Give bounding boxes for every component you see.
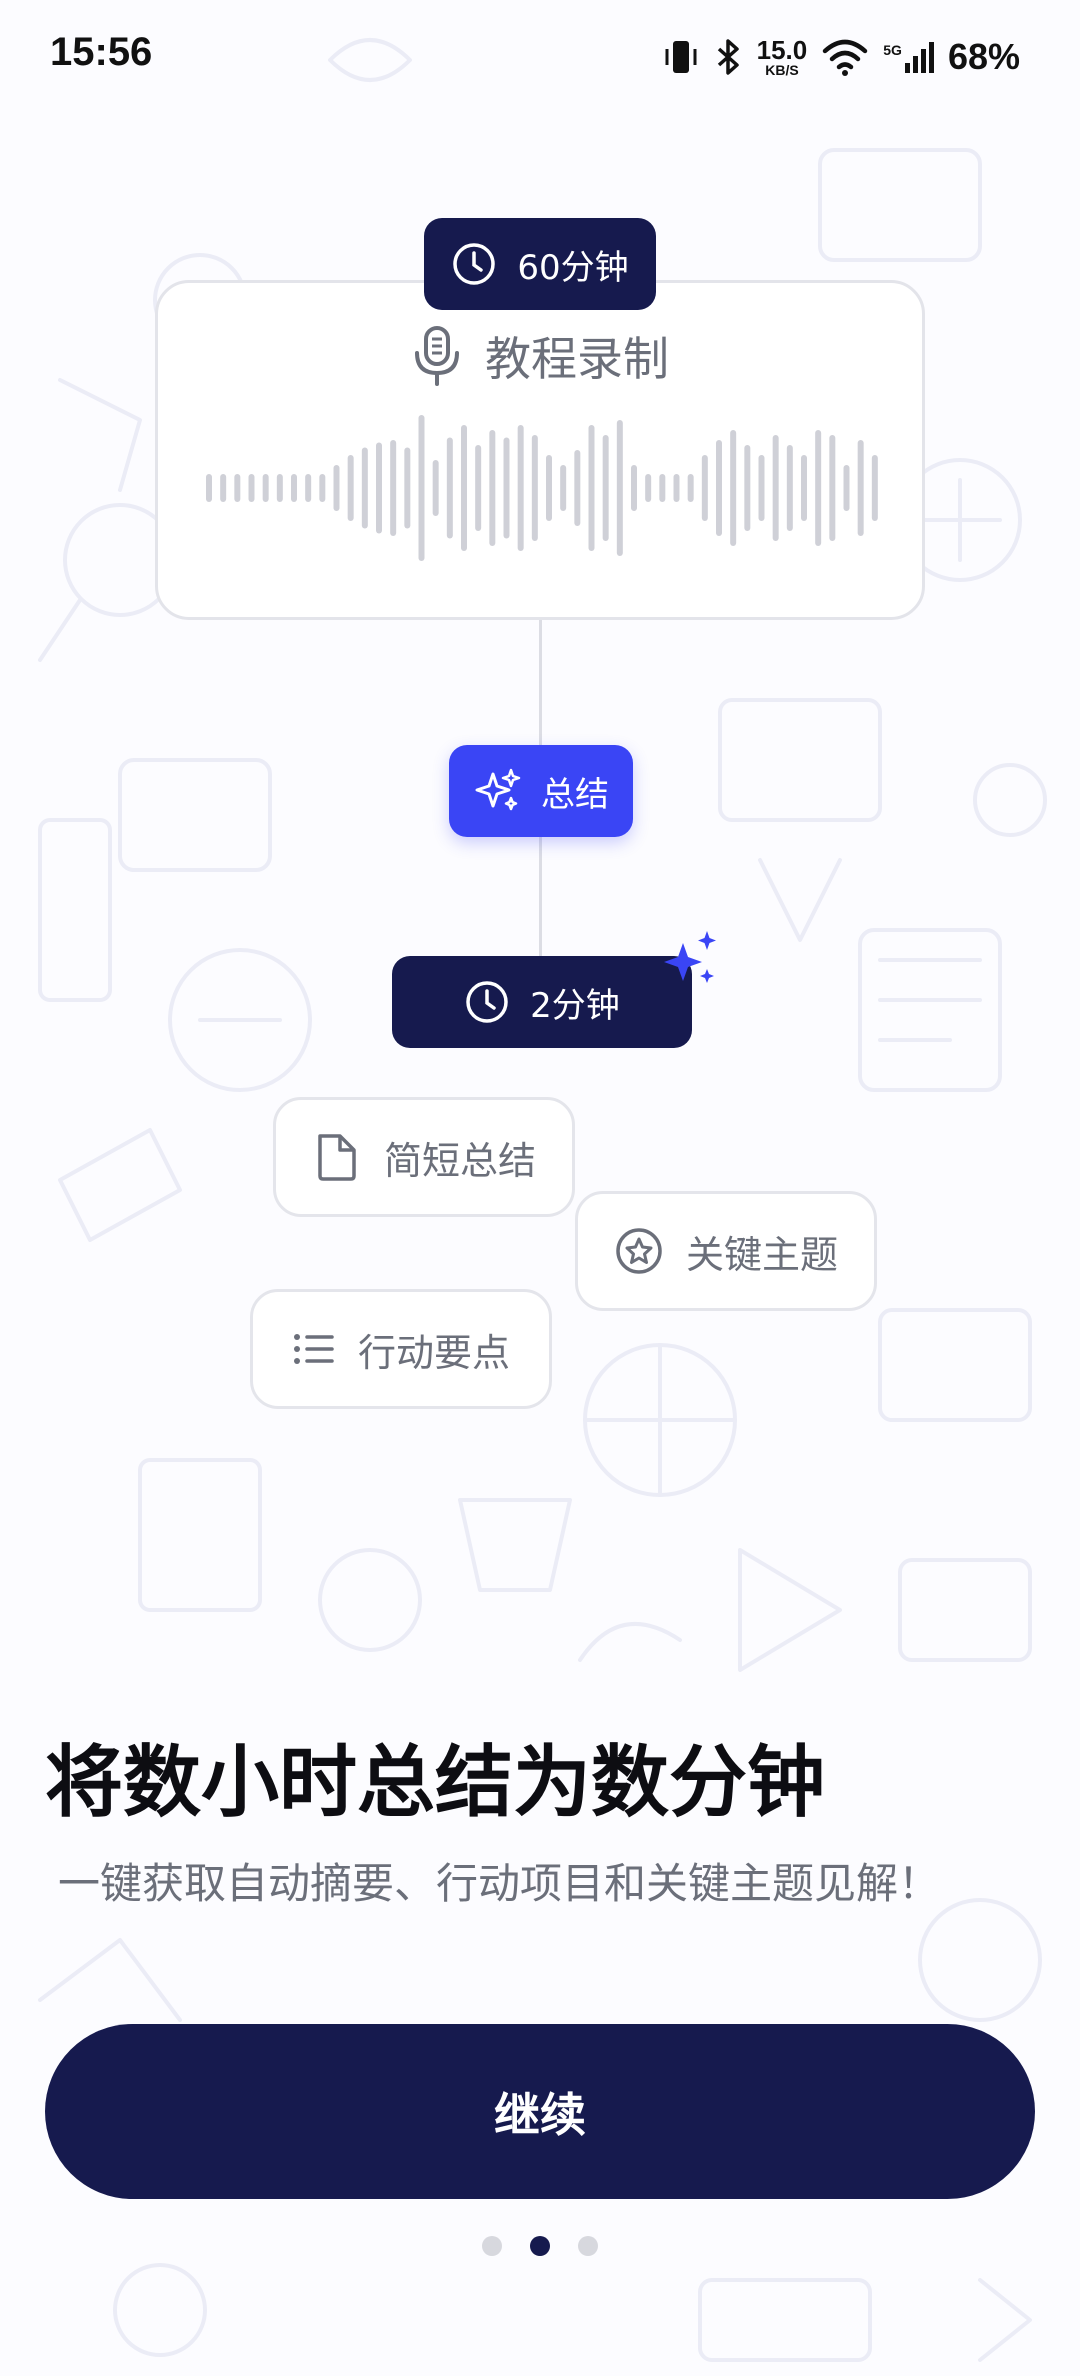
output-chip-label: 简短总结 — [383, 1138, 536, 1183]
pager-dot — [530, 2236, 550, 2256]
bluetooth-icon — [717, 39, 739, 75]
output-chip-label: 关键主题 — [685, 1232, 838, 1277]
source-duration-label: 60分钟 — [517, 247, 629, 288]
summary-step-pill: 总结 — [449, 745, 633, 837]
vibrate-icon — [665, 41, 697, 73]
source-duration-pill: 60分钟 — [424, 218, 656, 310]
recording-title: 教程录制 — [485, 332, 669, 386]
recording-card: 教程录制 — [155, 280, 925, 620]
recording-title-row: 教程录制 — [158, 323, 922, 389]
flow-connector-top — [539, 620, 542, 745]
summary-step-label: 总结 — [541, 774, 609, 815]
cellular-signal-icon: 5G — [883, 41, 934, 73]
list-icon — [293, 1334, 334, 1364]
sparkle-accent-icon — [664, 931, 716, 983]
star-badge-icon — [616, 1228, 662, 1274]
network-speed-unit: KB/S — [765, 62, 799, 78]
pager-dot — [578, 2236, 598, 2256]
page-subheadline: 一键获取自动摘要、行动项目和关键主题见解！ — [58, 1859, 941, 1908]
status-bar: 15:56 15.0 KB/S 5G 68% — [0, 0, 1080, 120]
pager-dots — [0, 2236, 1080, 2256]
microphone-icon — [415, 326, 459, 386]
network-speed: 15.0 KB/S — [757, 37, 808, 77]
pager-dot — [482, 2236, 502, 2256]
clock-icon — [453, 243, 496, 285]
waveform-graphic — [206, 415, 878, 561]
page-headline: 将数小时总结为数分钟 — [45, 1738, 826, 1828]
output-chip-brief-summary: 简短总结 — [273, 1097, 575, 1217]
wifi-icon — [823, 39, 868, 76]
document-icon — [318, 1134, 356, 1181]
output-chip-action-items: 行动要点 — [250, 1289, 552, 1409]
onboarding-screen: 15:56 15.0 KB/S 5G 68% 教程录制 60分钟 总结 2分钟 … — [0, 0, 1080, 2376]
network-speed-value: 15.0 — [756, 35, 808, 65]
status-icons: 15.0 KB/S 5G 68% — [663, 32, 1020, 82]
clock-icon — [466, 981, 508, 1023]
result-duration-pill: 2分钟 — [392, 956, 692, 1048]
flow-connector-bottom — [539, 837, 542, 956]
output-chip-label: 行动要点 — [357, 1330, 510, 1375]
status-time: 15:56 — [50, 30, 153, 74]
result-duration-label: 2分钟 — [530, 985, 620, 1026]
continue-button[interactable]: 继续 — [45, 2024, 1035, 2199]
output-chip-key-topics: 关键主题 — [575, 1191, 877, 1311]
sparkle-icon — [475, 768, 521, 811]
battery-percentage: 68% — [947, 36, 1020, 77]
network-type: 5G — [883, 41, 902, 58]
